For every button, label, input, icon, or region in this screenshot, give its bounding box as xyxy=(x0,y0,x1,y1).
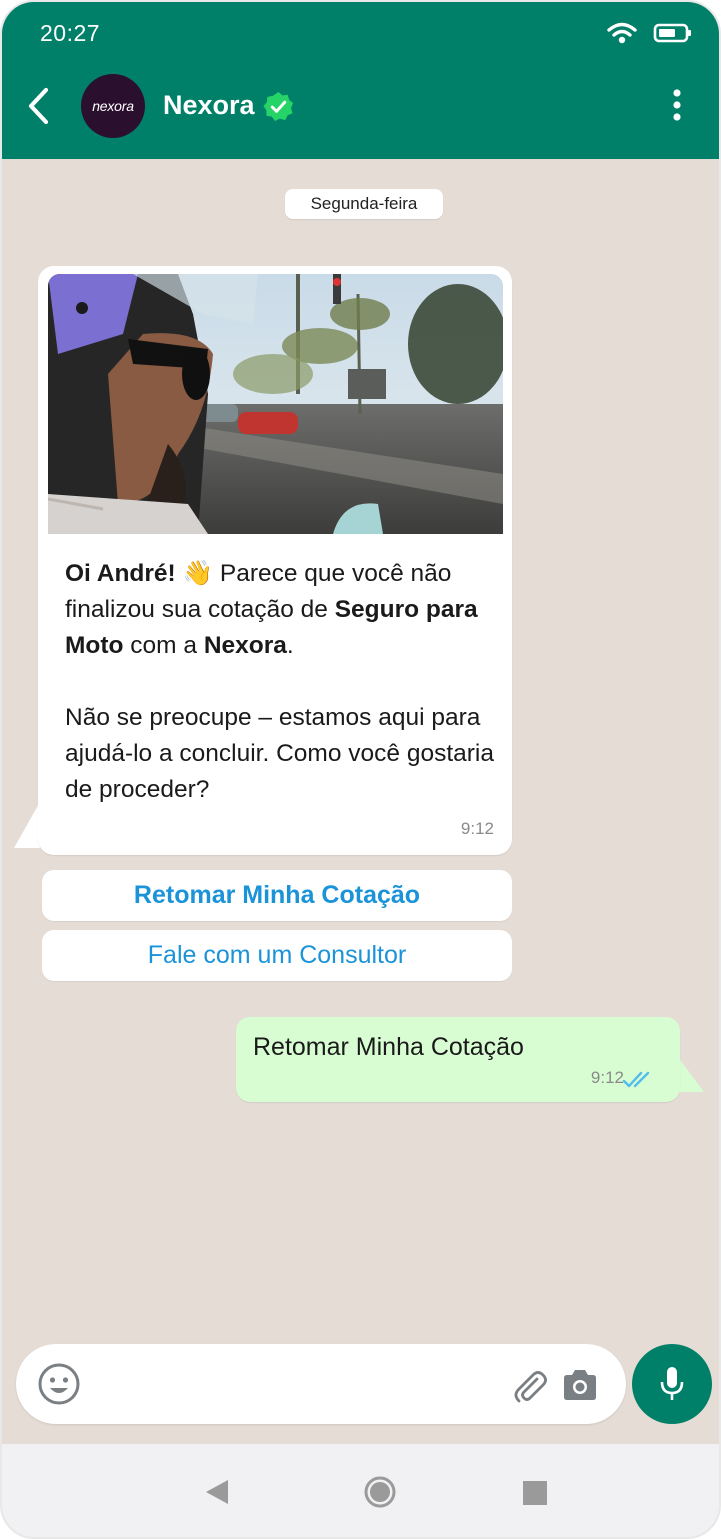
more-options-icon[interactable] xyxy=(665,88,689,124)
mic-button[interactable] xyxy=(632,1344,712,1424)
incoming-message-text: Oi André! 👋 Parece que você não finalizo… xyxy=(65,556,495,808)
greeting: Oi André! xyxy=(65,560,176,587)
outgoing-message: Retomar Minha Cotação 9:12 xyxy=(236,1017,680,1102)
message-input-bar[interactable] xyxy=(16,1344,626,1424)
incoming-bubble-tail xyxy=(14,802,40,848)
wave-emoji: 👋 xyxy=(182,560,214,587)
outgoing-timestamp: 9:12 xyxy=(590,1068,624,1087)
avatar[interactable]: nexora xyxy=(81,74,145,138)
contact-name[interactable]: Nexora xyxy=(163,90,255,121)
status-icons xyxy=(607,21,693,45)
message-text-part: . xyxy=(286,632,294,659)
system-nav-bar xyxy=(2,1444,719,1537)
nav-back-icon[interactable] xyxy=(204,1478,230,1506)
brand-name: Nexora xyxy=(203,632,287,659)
avatar-logo: nexora xyxy=(92,98,134,114)
quick-reply-talk-to-consultant[interactable]: Fale com um Consultor xyxy=(42,930,512,981)
attach-icon[interactable] xyxy=(510,1366,550,1406)
wifi-icon xyxy=(607,22,637,44)
message-photo xyxy=(48,274,503,534)
back-arrow-icon[interactable] xyxy=(22,84,54,128)
message-text-part: com a xyxy=(123,632,204,659)
date-separator: Segunda-feira xyxy=(285,189,443,219)
status-time: 20:27 xyxy=(40,20,101,46)
incoming-message: Oi André! 👋 Parece que você não finalizo… xyxy=(38,266,512,855)
quick-reply-resume-quote[interactable]: Retomar Minha Cotação xyxy=(42,870,512,921)
rider-photo-image xyxy=(48,274,503,534)
read-receipt-icon xyxy=(622,1071,650,1088)
battery-icon xyxy=(653,23,691,43)
message-paragraph: Não se preocupe – estamos aqui para ajud… xyxy=(65,704,494,803)
date-label: Segunda-feira xyxy=(310,194,418,213)
emoji-icon[interactable] xyxy=(36,1361,82,1407)
microphone-icon xyxy=(660,1367,684,1400)
nav-recents-icon[interactable] xyxy=(522,1480,548,1506)
camera-icon[interactable] xyxy=(560,1368,600,1402)
phone-screen: 20:27 nexora Nexora Segunda-feira Oi And… xyxy=(0,0,721,1539)
message-timestamp: 9:12 xyxy=(460,819,494,838)
outgoing-message-text: Retomar Minha Cotação xyxy=(253,1033,524,1061)
nav-home-icon[interactable] xyxy=(363,1475,397,1509)
verified-badge-icon xyxy=(263,91,294,122)
chat-header: 20:27 nexora Nexora xyxy=(2,2,719,159)
